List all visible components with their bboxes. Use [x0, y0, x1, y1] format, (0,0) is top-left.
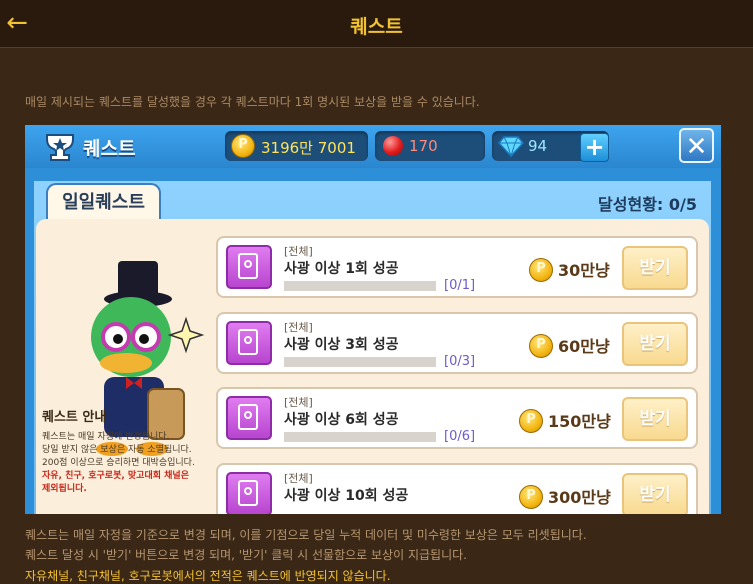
quest-tag: [전체]	[284, 396, 313, 409]
receive-button[interactable]: 받기	[622, 473, 688, 514]
quest-progress-bar	[284, 432, 436, 442]
quest-name: 사광 이상 6회 성공	[284, 412, 399, 428]
close-icon[interactable]: ✕	[679, 128, 714, 163]
quest-tag: [전체]	[284, 472, 313, 485]
ruby-icon	[383, 136, 403, 156]
quest-reward: 150만냥	[548, 412, 611, 431]
top-bar: ← 퀘스트	[0, 0, 753, 48]
game-title: 퀘스트	[83, 138, 136, 160]
quest-count: [0/1]	[444, 278, 476, 293]
receive-button[interactable]: 받기	[622, 397, 688, 441]
quest-card-icon	[226, 321, 272, 365]
quest-count: [0/3]	[444, 354, 476, 369]
gold-coin-icon	[529, 334, 553, 358]
gold-coin-icon	[529, 258, 553, 282]
gold-coin-icon	[519, 409, 543, 433]
gold-coin-icon	[231, 134, 255, 158]
quest-name: 사광 이상 10회 성공	[284, 488, 409, 504]
guide-title: 퀘스트 안내	[42, 410, 107, 425]
page-title: 퀘스트	[350, 16, 403, 38]
quest-tag: [전체]	[284, 245, 313, 258]
guide-line: 퀘스트는 매일 자정에 변경됩니다.	[42, 432, 170, 442]
ruby-value: 170	[409, 137, 438, 155]
quest-reward: 300만냥	[548, 488, 611, 507]
gold-coin-icon	[519, 485, 543, 509]
quest-progress-bar	[284, 357, 436, 367]
guide-line: 자유, 친구, 호구로봇, 맞고대회 채널은	[42, 471, 189, 481]
footer-note: 퀘스트는 매일 자정을 기준으로 변경 되며, 이를 기점으로 당일 누적 데이…	[25, 528, 587, 542]
quest-name: 사광 이상 1회 성공	[284, 261, 399, 277]
gold-value: 3196만 7001	[261, 139, 356, 157]
quest-card-icon	[226, 472, 272, 514]
receive-button[interactable]: 받기	[622, 322, 688, 366]
quest-card: [전체] 사광 이상 1회 성공 [0/1] 30만냥 받기	[216, 236, 698, 298]
quest-card-icon	[226, 245, 272, 289]
quest-content: 퀘스트 안내 퀘스트는 매일 자정에 변경됩니다. 당일 받지 않은 보상은 자…	[36, 219, 709, 514]
diamond-value: 94	[528, 137, 548, 155]
add-currency-button[interactable]: +	[580, 133, 609, 162]
ruby-counter: 170	[375, 131, 485, 161]
footer-note: 자유채널, 친구채널, 호구로봇에서의 전적은 퀘스트에 반영되지 않습니다.	[25, 569, 391, 583]
progress-status: 달성현황: 0/5	[598, 195, 697, 214]
quest-card: [전체] 사광 이상 6회 성공 [0/6] 150만냥 받기	[216, 387, 698, 449]
diamond-icon	[498, 136, 524, 158]
guide-line: 당일 받지 않은 보상은 자동 소멸됩니다.	[42, 445, 192, 455]
quest-name: 사광 이상 3회 성공	[284, 337, 399, 353]
quest-card: [전체] 사광 이상 3회 성공 [0/3] 60만냥 받기	[216, 312, 698, 374]
receive-button[interactable]: 받기	[622, 246, 688, 290]
footer-note: 퀘스트 달성 시 '받기' 버튼으로 변경 되며, '받기' 클릭 시 선물함으…	[25, 548, 467, 562]
quest-count: [0/6]	[444, 429, 476, 444]
guide-line: 제외됩니다.	[42, 484, 87, 494]
gold-counter: 3196만 7001	[225, 131, 368, 161]
quest-screenshot: 퀘스트 3196만 7001 170 94 + ✕ 일일퀘스트 달성현황: 0/…	[25, 125, 721, 514]
quest-card: [전체] 사광 이상 10회 성공 300만냥 받기	[216, 463, 698, 514]
quest-tag: [전체]	[284, 321, 313, 334]
intro-text: 매일 제시되는 퀘스트를 달성했을 경우 각 퀘스트마다 1회 명시된 보상을 …	[25, 95, 480, 109]
quest-card-icon	[226, 396, 272, 440]
game-header: 퀘스트 3196만 7001 170 94 + ✕	[25, 125, 721, 168]
trophy-icon	[46, 134, 74, 161]
quest-progress-bar	[284, 281, 436, 291]
quest-reward: 60만냥	[558, 337, 610, 356]
quest-reward: 30만냥	[558, 261, 610, 280]
guide-line: 200점 이상으로 승리하면 대박승입니다.	[42, 458, 195, 468]
quest-panel: 일일퀘스트 달성현황: 0/5 퀘스트 안내 퀘스트는 매일 자정에 변경됩니다…	[34, 181, 711, 514]
tab-daily-quest[interactable]: 일일퀘스트	[46, 183, 161, 223]
